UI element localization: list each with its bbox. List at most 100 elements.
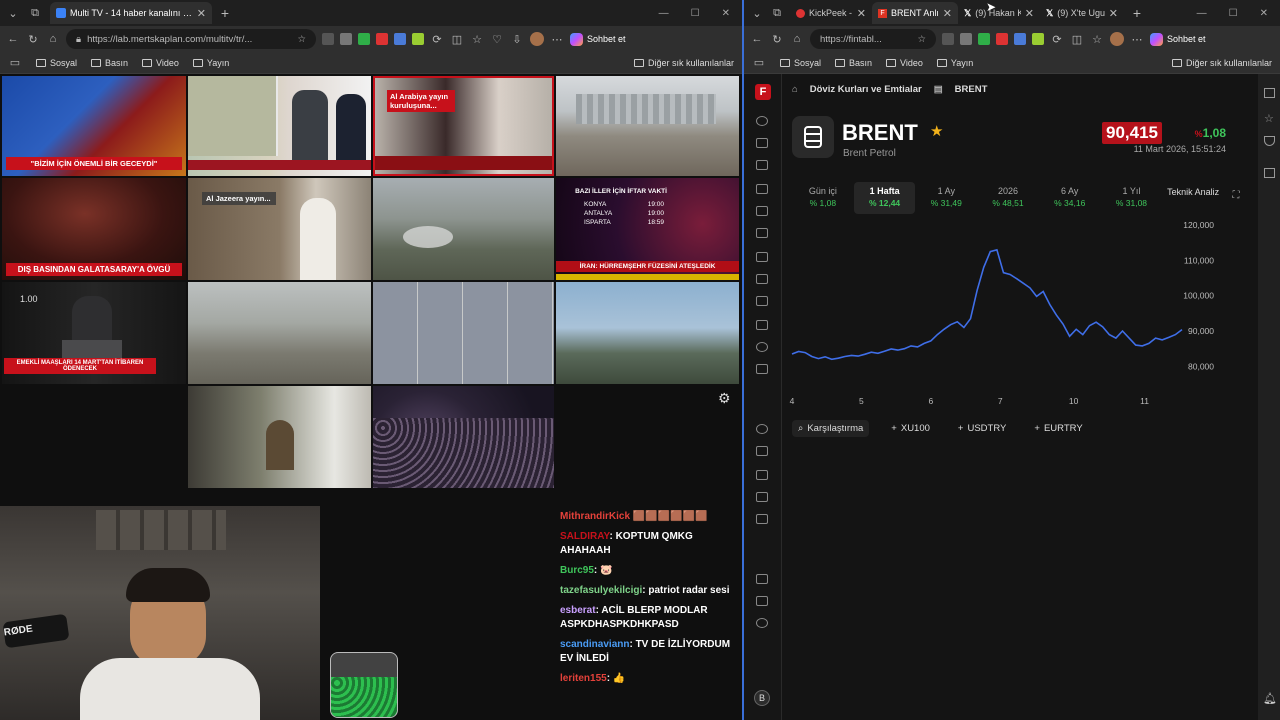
search-icon[interactable]: [756, 116, 768, 126]
extension-icon[interactable]: [376, 33, 388, 45]
url-field[interactable]: 🔒︎ https://lab.mertskaplan.com/multitv/t…: [66, 29, 316, 49]
close-tab-icon[interactable]: ✕: [1109, 7, 1118, 20]
close-tab-icon[interactable]: ✕: [197, 7, 206, 20]
tv-tile-3[interactable]: Al Arabiya yayın kuruluşuna...: [373, 76, 554, 176]
tv-tile-12[interactable]: [556, 282, 739, 384]
other-bookmarks[interactable]: Diğer sık kullanılanlar: [633, 58, 734, 68]
home-icon[interactable]: ⌂: [46, 32, 60, 46]
compare-xu100[interactable]: + XU100: [885, 420, 936, 437]
binoculars-icon[interactable]: [756, 228, 768, 238]
extension-icon[interactable]: [1032, 33, 1044, 45]
favorite-star-icon[interactable]: ★: [930, 122, 943, 140]
close-window-icon[interactable]: ✕: [722, 8, 730, 19]
bookmark-folder-yayin[interactable]: Yayın: [192, 58, 229, 68]
other-bookmarks[interactable]: Diğer sık kullanılanlar: [1171, 58, 1272, 68]
outlook-icon[interactable]: [1264, 168, 1275, 178]
breadcrumb-item[interactable]: Döviz Kurları ve Emtialar: [810, 84, 922, 95]
tab-1-year[interactable]: 1 Yıl % 31,08: [1101, 182, 1163, 214]
compass-icon[interactable]: [756, 424, 768, 434]
settings-icon[interactable]: [756, 618, 768, 628]
split-screen-icon[interactable]: ◫: [1070, 32, 1084, 46]
close-tab-icon[interactable]: ✕: [857, 7, 866, 20]
more-icon[interactable]: ⋯: [1130, 32, 1144, 46]
favorites-icon[interactable]: ☆: [1090, 32, 1104, 46]
downloads-icon[interactable]: ⇩: [510, 32, 524, 46]
reading-list-icon[interactable]: ▭: [8, 56, 22, 70]
extension-icon[interactable]: [394, 33, 406, 45]
sync-icon[interactable]: ⟳: [1050, 32, 1064, 46]
refresh-icon[interactable]: ↻: [26, 32, 40, 46]
tv-tile-9[interactable]: 1.00 EMEKLİ MAAŞLARI 14 MART'TAN İTİBARE…: [2, 282, 186, 384]
refresh-icon[interactable]: ↻: [770, 32, 784, 46]
avatar[interactable]: [1110, 32, 1124, 46]
tab-multitv[interactable]: Multi TV - 14 haber kanalını aynı a ✕: [50, 2, 212, 24]
tv-tile-6[interactable]: Al Jazeera yayın...: [188, 178, 371, 280]
chat-icon[interactable]: [756, 446, 768, 456]
tv-tile-14[interactable]: [373, 386, 554, 488]
maximize-icon[interactable]: ☐: [1229, 8, 1238, 19]
extension-icon[interactable]: [960, 33, 972, 45]
workspaces-icon[interactable]: ⧉: [770, 6, 784, 20]
extension-icon[interactable]: [322, 33, 334, 45]
split-screen-icon[interactable]: ◫: [450, 32, 464, 46]
fullscreen-icon[interactable]: ⛶: [1224, 182, 1248, 214]
breadcrumb-home-icon[interactable]: ⌂: [792, 84, 798, 95]
compare-eurtry[interactable]: + EURTRY: [1028, 420, 1088, 437]
document-icon[interactable]: [756, 470, 768, 480]
close-tab-icon[interactable]: ✕: [943, 7, 952, 20]
collections-icon[interactable]: ♡: [490, 32, 504, 46]
bitcoin-icon[interactable]: [756, 274, 768, 284]
tab-x-ugur[interactable]: 𝕏 (9) X'te Ugur ✕: [1040, 2, 1124, 24]
home-icon[interactable]: ⌂: [790, 32, 804, 46]
bookmark-folder-yayin[interactable]: Yayın: [936, 58, 973, 68]
shield-icon[interactable]: [1264, 136, 1275, 146]
cube-icon[interactable]: [756, 296, 768, 306]
tv-tile-7[interactable]: [373, 178, 554, 280]
avatar[interactable]: B: [754, 690, 770, 706]
tv-tile-2[interactable]: [188, 76, 371, 176]
tv-tile-8[interactable]: BAZI İLLER İÇİN İFTAR VAKTİ KONYA 19:00 A…: [556, 178, 739, 280]
avatar[interactable]: [530, 32, 544, 46]
notification-bell-icon[interactable]: 🔔︎: [1263, 692, 1277, 705]
new-tab-icon[interactable]: +: [1130, 5, 1144, 21]
extension-icon[interactable]: [978, 33, 990, 45]
tab-ytd[interactable]: 2026 % 48,51: [977, 182, 1039, 214]
favorite-star-icon[interactable]: ☆: [297, 34, 306, 45]
tab-1-week[interactable]: 1 Hafta % 12,44: [853, 182, 916, 214]
maximize-icon[interactable]: ☐: [691, 8, 700, 19]
tab-technical-analysis[interactable]: Teknik Analiz: [1162, 182, 1224, 214]
reading-list-icon[interactable]: ▭: [752, 56, 766, 70]
chart-icon[interactable]: [1264, 88, 1275, 98]
database-icon[interactable]: [756, 184, 768, 194]
tab-x-hakan[interactable]: 𝕏 (9) Hakan Kil ✕: [958, 2, 1040, 24]
price-chart[interactable]: 120,000 110,000 100,000 90,000 80,000 4 5 6 7 10 1…: [782, 212, 1222, 412]
chevron-down-icon[interactable]: ⌄: [750, 6, 764, 20]
url-field[interactable]: https://fintabl... ☆: [810, 29, 936, 49]
extension-icon[interactable]: [412, 33, 424, 45]
bookmark-folder-video[interactable]: Video: [886, 58, 923, 68]
tv-tile-1[interactable]: "BİZİM İÇİN ÖNEMLİ BİR GECEYDİ": [2, 76, 186, 176]
new-tab-icon[interactable]: +: [218, 5, 232, 21]
tab-kickpeek[interactable]: KickPeek - Re ✕: [790, 2, 872, 24]
file-icon[interactable]: [756, 596, 768, 606]
minimize-icon[interactable]: —: [1197, 8, 1207, 19]
extension-icon[interactable]: [942, 33, 954, 45]
star-icon[interactable]: ☆: [1264, 112, 1274, 125]
more-icon[interactable]: ⋯: [550, 32, 564, 46]
settings-gear-icon[interactable]: ⚙: [718, 390, 731, 407]
fintables-logo-icon[interactable]: F: [755, 84, 771, 100]
bookmark-folder-basin[interactable]: Basın: [91, 58, 128, 68]
news-icon[interactable]: [756, 252, 768, 262]
bookmark-folder-basin[interactable]: Basın: [835, 58, 872, 68]
tv-icon[interactable]: [756, 514, 768, 524]
sync-icon[interactable]: ⟳: [430, 32, 444, 46]
workspaces-icon[interactable]: ⧉: [28, 6, 42, 20]
tab-brent[interactable]: F BRENT Anlık ✕: [872, 2, 958, 24]
tab-6-months[interactable]: 6 Ay % 34,16: [1039, 182, 1101, 214]
copilot-button[interactable]: Sohbet et: [570, 32, 626, 46]
tab-intraday[interactable]: Gün içi % 1,08: [792, 182, 854, 214]
tv-tile-10[interactable]: [188, 282, 371, 384]
close-tab-icon[interactable]: ✕: [1025, 7, 1034, 20]
extension-icon[interactable]: [340, 33, 352, 45]
report-icon[interactable]: [756, 364, 768, 374]
